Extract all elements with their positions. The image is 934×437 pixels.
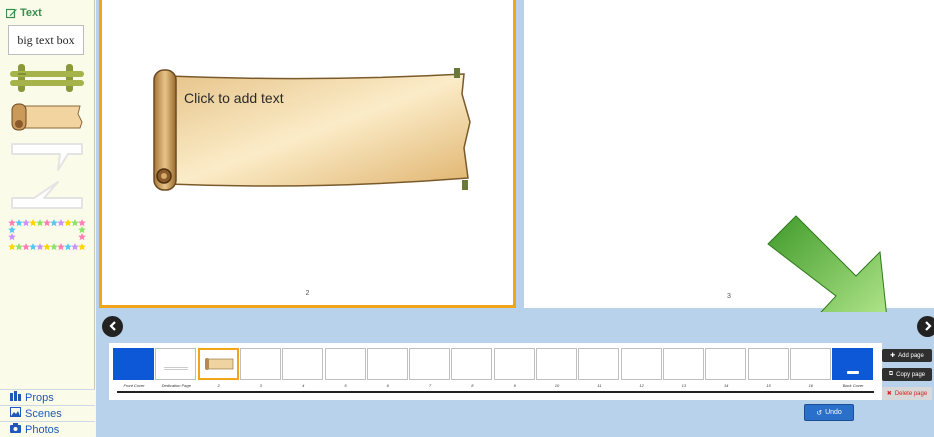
page-thumbnail[interactable] bbox=[536, 348, 577, 380]
delete-page-label: Delete page bbox=[894, 390, 928, 397]
page-thumbnail[interactable] bbox=[282, 348, 324, 380]
page-number-left: 2 bbox=[305, 290, 310, 297]
page-thumbnail-label: 16 bbox=[808, 383, 814, 388]
undo-icon: ↺ bbox=[816, 409, 823, 417]
page-thumbnail-label: 8 bbox=[471, 383, 474, 388]
page-thumbnail[interactable] bbox=[155, 348, 197, 380]
page-thumbnail-label: Dedication Page bbox=[161, 383, 191, 388]
next-page-button[interactable] bbox=[917, 316, 934, 337]
delete-page-button[interactable]: ✖ Delete page bbox=[882, 387, 932, 400]
page-left[interactable]: Click to add text 2 bbox=[99, 0, 516, 308]
prev-page-button[interactable] bbox=[102, 316, 123, 337]
page-thumbnail[interactable] bbox=[620, 348, 662, 380]
filmstrip-area: Front Cover Dedication Page 2 3 4 5 6 7 8 9 10 11 12… bbox=[96, 312, 934, 437]
sidebar-item-scenes[interactable]: Scenes bbox=[0, 405, 95, 421]
add-page-button[interactable]: ✚ Add page bbox=[882, 349, 932, 362]
page-filmstrip: Front Cover Dedication Page 2 3 4 5 6 7 8 9 10 11 12… bbox=[109, 343, 882, 400]
star-border-asset[interactable] bbox=[8, 218, 86, 252]
page-thumbnail-label: 7 bbox=[428, 383, 432, 388]
page-thumbnail[interactable] bbox=[832, 348, 874, 380]
page-thumbnail[interactable] bbox=[705, 348, 747, 380]
sidebar-item-scenes-label: Scenes bbox=[25, 407, 62, 420]
page-thumbnail[interactable] bbox=[789, 348, 831, 380]
copy-page-label: Copy page bbox=[896, 371, 926, 378]
page-thumbnail-label: Back Cover bbox=[842, 383, 864, 388]
page-thumbnail-label: 10 bbox=[554, 383, 560, 388]
page-thumbnail[interactable] bbox=[239, 348, 281, 380]
plus-icon: ✚ bbox=[890, 353, 896, 359]
page-thumbnail-label: 4 bbox=[302, 383, 305, 388]
chevron-right-icon bbox=[923, 318, 933, 336]
parchment-scroll-asset[interactable] bbox=[8, 100, 86, 132]
page-thumbnail[interactable] bbox=[409, 348, 451, 380]
undo-label: Undo bbox=[825, 409, 842, 416]
props-icon bbox=[10, 391, 21, 404]
parchment-scroll-textbox[interactable]: Click to add text bbox=[146, 68, 482, 192]
page-thumbnail[interactable] bbox=[747, 348, 789, 380]
bamboo-sign-asset[interactable] bbox=[8, 62, 86, 92]
sidebar-item-props[interactable]: Props bbox=[0, 389, 95, 405]
page-thumbnail-label: 9 bbox=[513, 383, 516, 388]
page-thumbnail-label: 5 bbox=[344, 383, 347, 388]
sidebar: Text big text box Props Scenes Photos bbox=[0, 0, 95, 437]
sidebar-item-photos[interactable]: Photos bbox=[0, 421, 95, 437]
add-page-label: Add page bbox=[898, 352, 924, 359]
page-thumbnail[interactable] bbox=[324, 348, 366, 380]
page-thumbnail[interactable] bbox=[197, 348, 239, 380]
page-thumbnail[interactable] bbox=[451, 348, 493, 380]
edit-icon bbox=[6, 8, 17, 19]
dedication-text-lines bbox=[164, 367, 189, 370]
chevron-left-icon bbox=[108, 318, 118, 336]
text-section-label: Text bbox=[20, 7, 42, 19]
page-thumbnail-label: 14 bbox=[723, 383, 729, 388]
scenes-icon bbox=[10, 407, 21, 420]
page-thumbnail[interactable] bbox=[662, 348, 704, 380]
speech-bubble-asset-1[interactable] bbox=[8, 140, 86, 176]
copy-icon: ⧉ bbox=[888, 371, 894, 377]
back-cover-logo bbox=[847, 371, 860, 374]
speech-bubble-asset-2[interactable] bbox=[8, 178, 86, 214]
page-thumbnail[interactable] bbox=[113, 348, 154, 380]
add-text-placeholder[interactable]: Click to add text bbox=[184, 90, 284, 106]
page-thumbnail-label: 2 bbox=[217, 383, 220, 388]
filmstrip-scrollbar[interactable] bbox=[117, 391, 874, 393]
page-thumbnail-label: 13 bbox=[681, 383, 687, 388]
text-section-header[interactable]: Text bbox=[6, 6, 42, 20]
sidebar-bottom-menu: Props Scenes Photos bbox=[0, 389, 95, 437]
page-thumbnail-label: 3 bbox=[259, 383, 262, 388]
big-text-box-button[interactable]: big text box bbox=[8, 25, 84, 55]
camera-icon bbox=[10, 423, 21, 436]
page-thumbnail-label: 11 bbox=[597, 383, 602, 388]
page-thumbnail[interactable] bbox=[493, 348, 535, 380]
sidebar-item-props-label: Props bbox=[25, 391, 54, 404]
sidebar-item-photos-label: Photos bbox=[25, 423, 60, 436]
copy-page-button[interactable]: ⧉ Copy page bbox=[882, 368, 932, 381]
scroll-mini-icon bbox=[204, 358, 233, 370]
page-thumbnail-label: 6 bbox=[386, 383, 389, 388]
page-thumbnail[interactable] bbox=[578, 348, 620, 380]
page-thumbnail[interactable] bbox=[366, 348, 408, 380]
page-thumbnail-label: Front Cover bbox=[123, 383, 145, 388]
page-thumbnail-label: 15 bbox=[766, 383, 771, 388]
close-icon: ✖ bbox=[886, 391, 892, 397]
undo-button[interactable]: ↺ Undo bbox=[804, 404, 854, 421]
page-thumbnail-label: 12 bbox=[639, 383, 644, 388]
